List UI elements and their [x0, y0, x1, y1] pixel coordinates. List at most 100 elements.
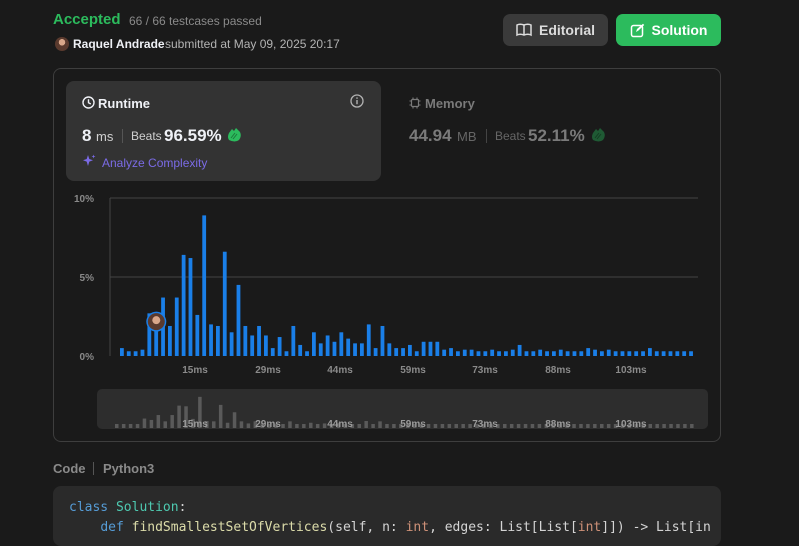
- navigator-bar: [302, 424, 306, 428]
- navigator-bar: [218, 404, 223, 428]
- chart-bar: [552, 351, 556, 356]
- chart-bar: [291, 325, 296, 356]
- x-tick-label: 15ms: [182, 365, 208, 376]
- navigator-bar: [530, 424, 535, 428]
- chart-bar: [545, 351, 549, 356]
- solution-button[interactable]: Solution: [616, 14, 721, 46]
- chart-bar: [565, 351, 570, 356]
- code-fragment: int: [405, 520, 430, 535]
- memory-title[interactable]: Memory: [425, 96, 475, 111]
- chart-bar: [442, 349, 447, 356]
- runtime-value: 8: [82, 126, 92, 145]
- chart-bar: [312, 332, 316, 356]
- navigator-bar: [371, 424, 375, 428]
- memory-beats-label: Beats: [495, 129, 526, 143]
- editorial-button[interactable]: Editorial: [503, 14, 608, 46]
- editorial-label: Editorial: [538, 22, 595, 38]
- navigator-bar: [177, 405, 181, 428]
- navigator-bar: [239, 421, 244, 428]
- chart-bar: [531, 351, 536, 356]
- navigator-bar: [586, 424, 590, 428]
- navigator-tick-label: 103ms: [615, 419, 647, 429]
- edit-icon: [630, 23, 644, 37]
- chart-bar: [497, 351, 501, 356]
- navigator-bar: [690, 424, 694, 428]
- navigator-bar: [121, 424, 126, 428]
- chart-bar: [462, 349, 467, 356]
- chart-bar: [318, 343, 323, 356]
- chart-bar: [209, 324, 213, 356]
- chart-bar: [236, 284, 241, 356]
- x-tick-label: 73ms: [472, 365, 498, 376]
- chart-bar: [339, 332, 344, 356]
- chart-bar: [202, 215, 207, 356]
- navigator-bar: [461, 424, 465, 428]
- navigator-bar: [655, 424, 659, 428]
- divider: [122, 129, 123, 143]
- runtime-distribution-chart[interactable]: 10% 5% 0% 15ms 29ms 44ms 59ms 73ms 88ms 103ms: [53, 185, 721, 385]
- navigator-bar: [232, 412, 237, 428]
- chart-bar: [140, 349, 145, 356]
- navigator-bar: [600, 424, 604, 428]
- chart-bar: [634, 351, 639, 356]
- runtime-beats-label: Beats: [131, 129, 162, 143]
- chart-bar: [133, 351, 138, 356]
- chart-bar: [188, 258, 193, 356]
- avatar[interactable]: [55, 37, 69, 51]
- navigator-bar: [149, 419, 154, 428]
- analyze-complexity-link[interactable]: Analyze Complexity: [102, 156, 207, 170]
- chart-bar: [250, 335, 255, 356]
- navigator-bar: [683, 424, 687, 428]
- chart-bar: [126, 351, 131, 356]
- class-name: Solution: [115, 500, 179, 515]
- navigator-bar: [170, 415, 174, 428]
- chart-bar: [380, 325, 385, 356]
- chart-bar: [682, 351, 687, 356]
- navigator-bar: [357, 424, 361, 428]
- code-fragment: , edges: List[List[: [429, 520, 578, 535]
- chart-bar: [298, 344, 303, 356]
- code-fragment: (self, n:: [327, 520, 406, 535]
- sparkle-icon: [83, 154, 96, 166]
- chart-bar: [243, 325, 248, 356]
- x-tick-label: 44ms: [327, 365, 353, 376]
- navigator-minichart[interactable]: 15ms 29ms 44ms 59ms 73ms 88ms 103ms: [97, 389, 708, 429]
- divider: [486, 129, 487, 143]
- x-tick-label: 59ms: [400, 365, 426, 376]
- navigator-bar: [315, 424, 320, 428]
- memory-beats-value: 52.11%: [528, 126, 585, 145]
- chart-bar: [346, 338, 351, 356]
- x-tick-label: 88ms: [545, 365, 571, 376]
- navigator-bar: [447, 424, 452, 428]
- chart-bar: [689, 351, 693, 356]
- navigator-bar: [572, 424, 576, 428]
- chart-bar: [414, 351, 419, 356]
- clap-icon: [228, 128, 241, 142]
- navigator-bar: [128, 424, 133, 428]
- navigator-bar: [156, 415, 161, 428]
- chart-bar: [558, 349, 563, 356]
- chart-bar: [449, 348, 453, 356]
- navigator-bar: [426, 424, 431, 428]
- chart-bar: [483, 351, 488, 356]
- navigator-bar: [516, 424, 521, 428]
- navigator-bar: [579, 424, 583, 428]
- author-name[interactable]: Raquel Andrade: [73, 37, 165, 51]
- chart-bar: [504, 351, 508, 356]
- navigator-bar: [309, 422, 313, 428]
- chart-bar: [435, 341, 440, 356]
- navigator-bar: [392, 424, 396, 428]
- chart-bar: [654, 351, 659, 356]
- info-icon[interactable]: [350, 94, 364, 108]
- navigator-bar: [537, 424, 542, 428]
- navigator-bar: [648, 424, 652, 428]
- chart-bar: [490, 349, 495, 356]
- chart-bar: [593, 349, 597, 356]
- navigator-bar: [322, 423, 327, 428]
- chart-bar: [264, 335, 268, 356]
- code-block[interactable]: class Solution: def findSmallestSetOfVer…: [53, 486, 721, 546]
- navigator-bar: [295, 424, 299, 428]
- navigator-bar: [142, 418, 147, 428]
- submitted-time: submitted at May 09, 2025 20:17: [165, 37, 340, 51]
- chart-bar: [538, 349, 543, 356]
